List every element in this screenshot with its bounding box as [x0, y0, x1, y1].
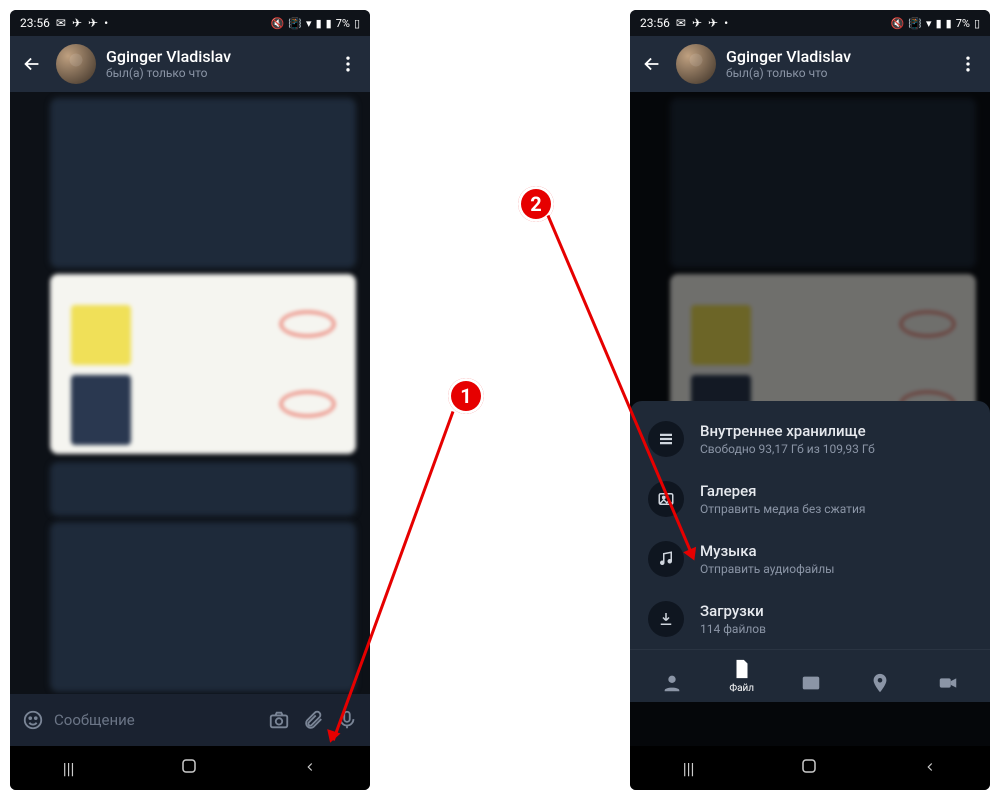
attach-button[interactable] [300, 707, 326, 733]
tab-gallery[interactable] [800, 672, 822, 694]
status-time: 23:56 [20, 16, 50, 30]
signal-icon: ▮ [326, 17, 332, 30]
wifi-icon: ▾ [926, 17, 932, 30]
battery-icon: ▯ [974, 17, 980, 30]
sheet-item-title: Музыка [700, 542, 834, 560]
nav-back-icon[interactable] [303, 759, 317, 778]
status-time: 23:56 [640, 16, 670, 30]
back-button[interactable] [638, 50, 666, 78]
chat-subtitle: был(а) только что [726, 66, 944, 80]
tab-video[interactable] [937, 672, 959, 694]
chat-title[interactable]: Gginger Vladislav [726, 47, 944, 66]
send-icon: ✈ [692, 16, 702, 30]
statusbar: 23:56 ✉ ✈ ✈ • 🔇 📳 ▾ ▮ ▮ 7% ▯ [630, 10, 990, 36]
android-navbar: ||| [10, 746, 370, 790]
chat-body[interactable] [10, 92, 370, 694]
back-button[interactable] [18, 50, 46, 78]
callout-2-label: 2 [530, 192, 541, 216]
sheet-item-title: Загрузки [700, 602, 766, 620]
send-icon: ✈ [708, 16, 718, 30]
statusbar: 23:56 ✉ ✈ ✈ • 🔇 📳 ▾ ▮ ▮ 7% ▯ [10, 10, 370, 36]
sheet-item-subtitle: 114 файлов [700, 622, 766, 636]
message-card [50, 274, 356, 454]
mute-icon: 🔇 [271, 17, 285, 30]
sheet-item-downloads[interactable]: Загрузки 114 файлов [630, 589, 990, 649]
sheet-item-storage[interactable]: Внутреннее хранилище Свободно 93,17 Гб и… [630, 409, 990, 469]
vibrate-icon: 📳 [908, 17, 922, 30]
mail-icon: ✉ [676, 16, 686, 30]
vibrate-icon: 📳 [288, 17, 302, 30]
battery-text: 7% [336, 17, 350, 30]
sheet-item-subtitle: Свободно 93,17 Гб из 109,93 Гб [700, 442, 875, 456]
send-icon: ✈ [72, 16, 82, 30]
message-bubble [50, 522, 356, 692]
avatar[interactable] [56, 44, 96, 84]
wifi-icon: ▾ [306, 17, 312, 30]
storage-icon [648, 421, 684, 457]
download-icon [648, 601, 684, 637]
chat-title[interactable]: Gginger Vladislav [106, 47, 324, 66]
nav-back-icon[interactable] [923, 759, 937, 778]
more-icon: • [724, 16, 728, 30]
menu-button[interactable] [954, 54, 982, 74]
signal-icon: ▮ [316, 17, 322, 30]
signal-icon: ▮ [946, 17, 952, 30]
nav-home-icon[interactable] [800, 757, 818, 779]
nav-recent-icon[interactable]: ||| [683, 759, 695, 778]
mail-icon: ✉ [56, 16, 66, 30]
sheet-item-subtitle: Отправить аудиофайлы [700, 562, 834, 576]
callout-1: 1 [448, 378, 484, 414]
camera-button[interactable] [266, 707, 292, 733]
appbar: Gginger Vladislav был(а) только что [10, 36, 370, 92]
nav-recent-icon[interactable]: ||| [63, 759, 75, 778]
mute-icon: 🔇 [891, 17, 905, 30]
more-icon: • [104, 16, 108, 30]
message-bubble [50, 462, 356, 516]
sheet-tabs: Файл [630, 649, 990, 702]
tab-contact[interactable] [661, 672, 683, 694]
tab-label: Файл [729, 683, 754, 694]
sheet-item-gallery[interactable]: Галерея Отправить медиа без сжатия [630, 469, 990, 529]
phone-left: 23:56 ✉ ✈ ✈ • 🔇 📳 ▾ ▮ ▮ 7% ▯ Gginger Vla… [10, 10, 370, 790]
tab-location[interactable] [869, 672, 891, 694]
battery-icon: ▯ [354, 17, 360, 30]
sheet-item-title: Галерея [700, 482, 865, 500]
message-bubble [50, 98, 356, 268]
tab-file[interactable]: Файл [729, 658, 754, 694]
music-icon [648, 541, 684, 577]
callout-1-label: 1 [460, 384, 471, 408]
menu-button[interactable] [334, 54, 362, 74]
appbar: Gginger Vladislav был(а) только что [630, 36, 990, 92]
sheet-item-subtitle: Отправить медиа без сжатия [700, 502, 865, 516]
android-navbar: ||| [630, 746, 990, 790]
chat-body: Внутреннее хранилище Свободно 93,17 Гб и… [630, 92, 990, 746]
message-input[interactable]: Сообщение [54, 711, 258, 729]
input-bar: Сообщение [10, 694, 370, 746]
nav-home-icon[interactable] [180, 757, 198, 779]
battery-text: 7% [956, 17, 970, 30]
sheet-item-title: Внутреннее хранилище [700, 422, 875, 440]
phone-right: 23:56 ✉ ✈ ✈ • 🔇 📳 ▾ ▮ ▮ 7% ▯ Gginger Vla… [630, 10, 990, 790]
signal-icon: ▮ [936, 17, 942, 30]
send-icon: ✈ [88, 16, 98, 30]
avatar[interactable] [676, 44, 716, 84]
emoji-button[interactable] [20, 707, 46, 733]
chat-subtitle: был(а) только что [106, 66, 324, 80]
